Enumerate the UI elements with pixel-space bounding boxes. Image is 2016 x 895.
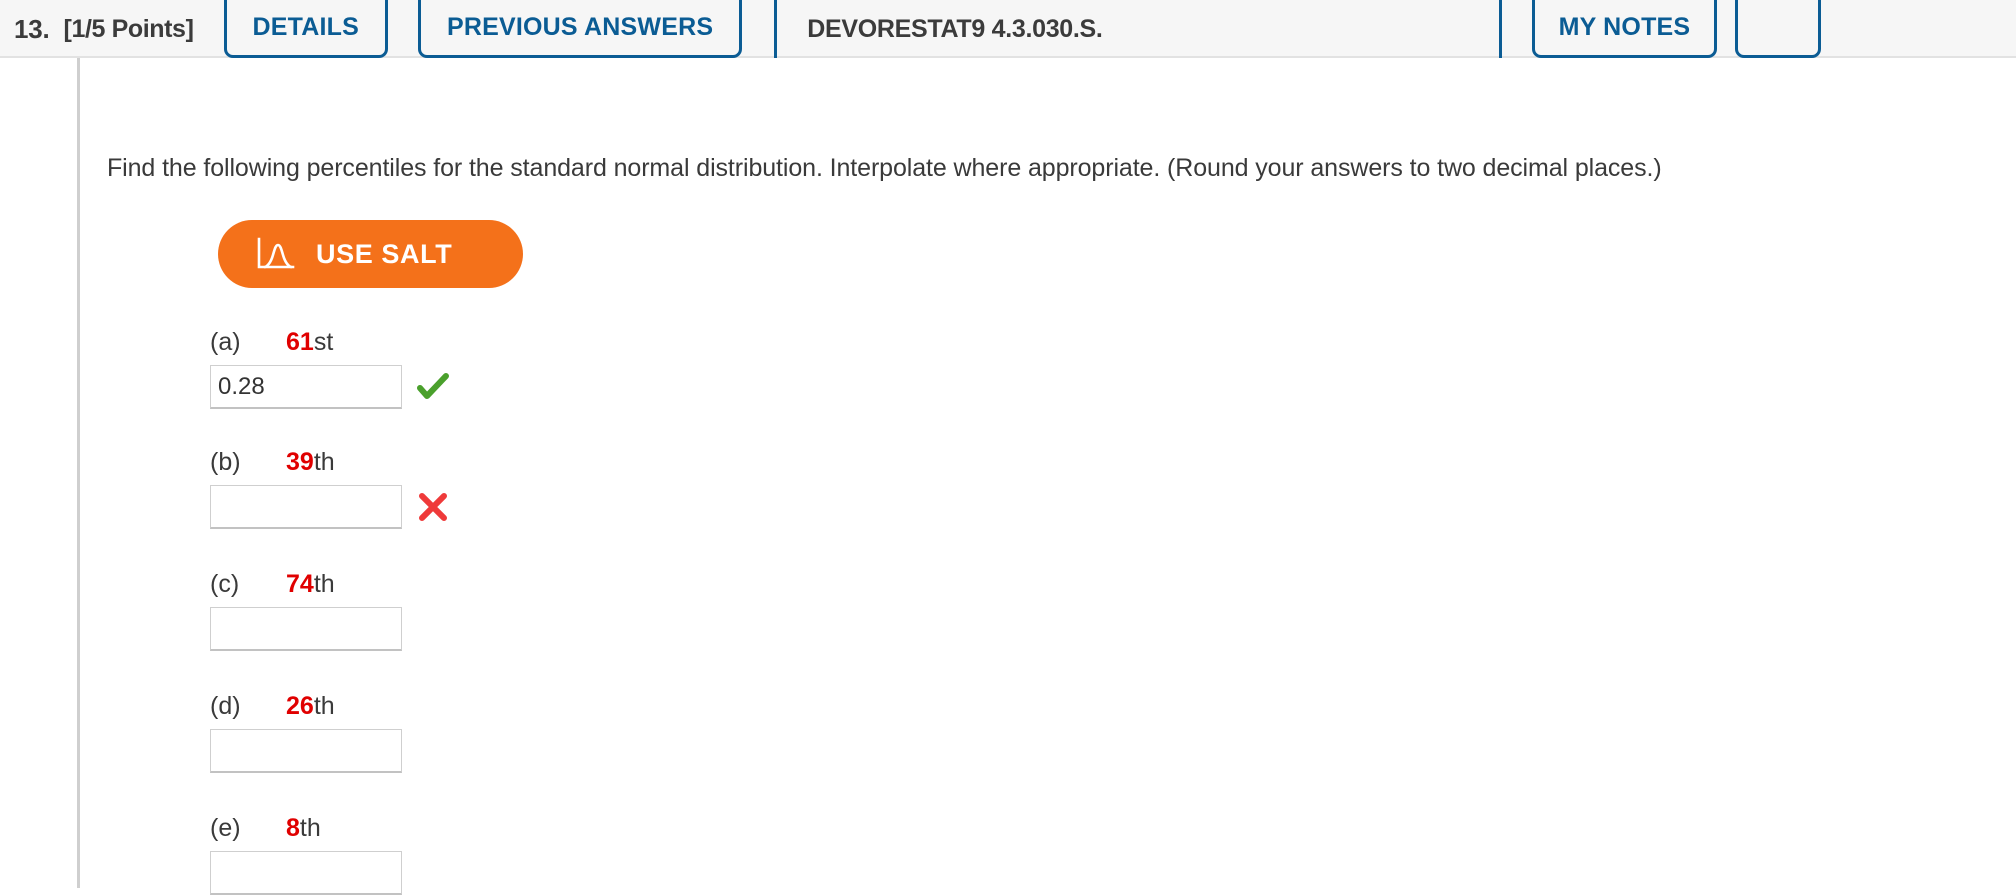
answer-part-b-percentile-number: 39	[286, 448, 314, 476]
answer-input-b[interactable]	[210, 485, 402, 529]
previous-answers-button-label: PREVIOUS ANSWERS	[447, 13, 714, 41]
answer-part-e-row	[210, 851, 450, 895]
header-divider	[774, 0, 778, 58]
answer-part-b-row	[210, 485, 450, 529]
question-number: 13.	[14, 13, 50, 44]
previous-answers-button[interactable]: PREVIOUS ANSWERS	[418, 0, 743, 58]
use-salt-label: USE SALT	[316, 238, 453, 269]
answer-part-d-percentile-suffix: th	[313, 692, 335, 720]
answer-part-c-percentile-suffix: th	[313, 570, 335, 598]
header-items: 13. [1/5 Points] DETAILS PREVIOUS ANSWER…	[0, 0, 1822, 58]
answer-part-c: (c) 74 th	[210, 570, 450, 651]
answer-part-c-label: (c) 74 th	[210, 570, 450, 599]
answer-part-e-label: (e) 8 th	[210, 814, 450, 843]
answer-part-a: (a) 61 st	[210, 328, 450, 409]
content-left-rule	[77, 58, 80, 888]
answer-part-b: (b) 39 th	[210, 448, 450, 529]
answer-part-e-percentile-suffix: th	[299, 814, 321, 842]
details-button[interactable]: DETAILS	[223, 0, 388, 58]
answer-part-d-row	[210, 729, 450, 773]
answer-part-d-label: (d) 26 th	[210, 692, 450, 721]
answer-part-b-percentile-suffix: th	[313, 448, 335, 476]
answer-part-e: (e) 8 th	[210, 814, 450, 895]
answer-part-a-percentile-suffix: st	[313, 328, 334, 356]
answer-part-d: (d) 26 th	[210, 692, 450, 773]
answer-part-d-percentile-number: 26	[286, 692, 314, 720]
clipped-right-button[interactable]	[1735, 0, 1822, 58]
answer-input-c[interactable]	[210, 607, 402, 651]
answer-part-a-label: (a) 61 st	[210, 328, 450, 357]
answer-part-d-letter: (d)	[210, 692, 241, 720]
answer-part-c-percentile-number: 74	[286, 570, 314, 598]
answer-part-e-percentile-number: 8	[286, 814, 300, 842]
answer-part-a-percentile-number: 61	[286, 328, 314, 356]
my-notes-button-label: MY NOTES	[1558, 13, 1691, 41]
answer-part-e-letter: (e)	[210, 814, 241, 842]
use-salt-button[interactable]: USE SALT	[218, 220, 523, 288]
red-x-icon	[416, 490, 450, 524]
answer-part-a-row	[210, 365, 450, 409]
details-button-label: DETAILS	[252, 13, 359, 41]
problem-id: DEVORESTAT9 4.3.030.S.	[807, 14, 1103, 43]
answer-input-e[interactable]	[210, 851, 402, 895]
header-divider-2	[1498, 0, 1502, 58]
question-content: Find the following percentiles for the s…	[0, 58, 2016, 895]
question-header-bar: 13. [1/5 Points] DETAILS PREVIOUS ANSWER…	[0, 0, 2016, 58]
answer-part-b-label: (b) 39 th	[210, 448, 450, 477]
answer-part-b-letter: (b)	[210, 448, 241, 476]
normal-distribution-curve-icon	[256, 236, 296, 272]
question-prompt: Find the following percentiles for the s…	[107, 154, 1662, 182]
my-notes-button[interactable]: MY NOTES	[1531, 0, 1718, 58]
answer-input-a[interactable]	[210, 365, 402, 409]
question-points: [1/5 Points]	[63, 14, 194, 43]
answer-part-c-letter: (c)	[210, 570, 240, 598]
answer-part-a-letter: (a)	[210, 328, 241, 356]
green-check-icon	[416, 370, 450, 404]
answer-part-c-row	[210, 607, 450, 651]
answer-input-d[interactable]	[210, 729, 402, 773]
